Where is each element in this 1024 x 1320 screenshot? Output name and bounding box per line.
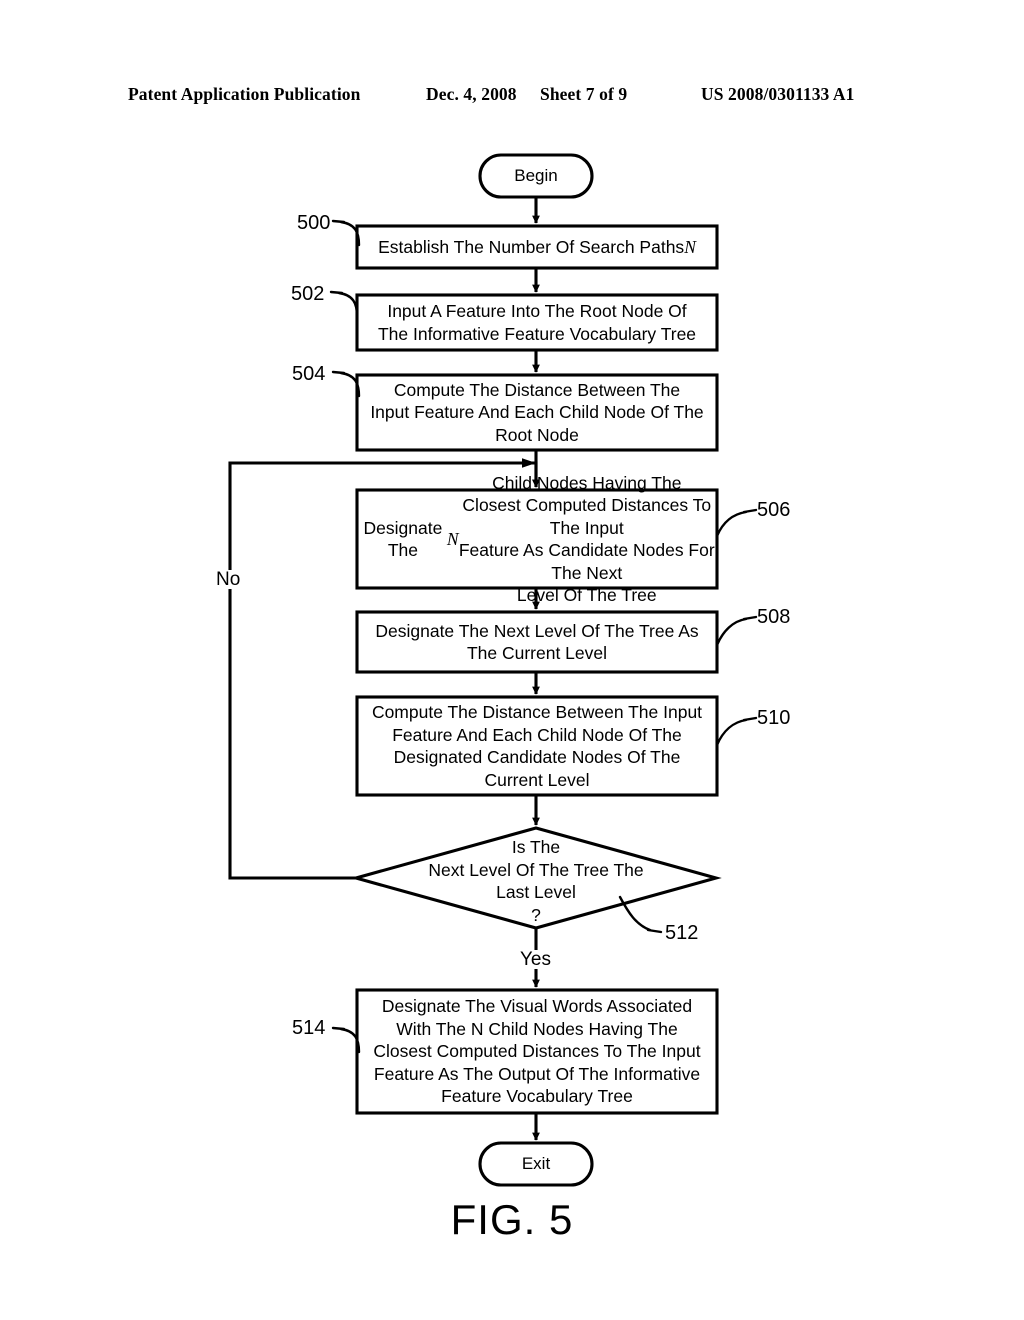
ref-number-512: 512 — [665, 922, 699, 944]
leader-tick-500 — [331, 219, 346, 224]
step-502-box — [355, 293, 719, 352]
leader-tick-504 — [331, 370, 346, 375]
ref-number-500: 500 — [297, 212, 331, 234]
leader-tick-508 — [742, 615, 758, 621]
step-514-box — [355, 988, 719, 1115]
figure-caption: FIG. 5 — [450, 1196, 574, 1243]
leader-line-510 — [715, 718, 748, 747]
leader-tick-502 — [329, 290, 344, 295]
ref-number-504: 504 — [292, 363, 326, 385]
flowchart-diagram — [228, 153, 758, 1187]
edge-label-yes: Yes — [518, 949, 553, 970]
connector-no-loop-into-506 — [530, 461, 540, 488]
step-506-box — [355, 488, 719, 590]
step-504-box — [355, 373, 719, 452]
leader-tick-512 — [646, 928, 663, 934]
leader-line-502 — [337, 291, 359, 318]
ref-number-508: 508 — [757, 606, 791, 628]
leader-line-508 — [715, 617, 748, 647]
step-500-box — [355, 224, 719, 270]
begin-terminator-shape — [478, 153, 594, 199]
step-508-box — [355, 610, 719, 674]
exit-terminator-shape — [478, 1141, 594, 1187]
leader-line-506 — [715, 510, 748, 538]
ref-number-506: 506 — [757, 499, 791, 521]
leader-tick-514 — [331, 1026, 346, 1031]
leader-tick-506 — [742, 508, 758, 514]
step-510-box — [355, 695, 719, 797]
leader-tick-510 — [742, 716, 758, 722]
step-512-decision-shape — [350, 826, 722, 930]
edge-label-no: No — [214, 569, 243, 590]
ref-number-514: 514 — [292, 1017, 326, 1039]
no-loop-arrowhead-icon — [522, 458, 536, 468]
ref-number-502: 502 — [291, 283, 325, 305]
ref-number-510: 510 — [757, 707, 791, 729]
